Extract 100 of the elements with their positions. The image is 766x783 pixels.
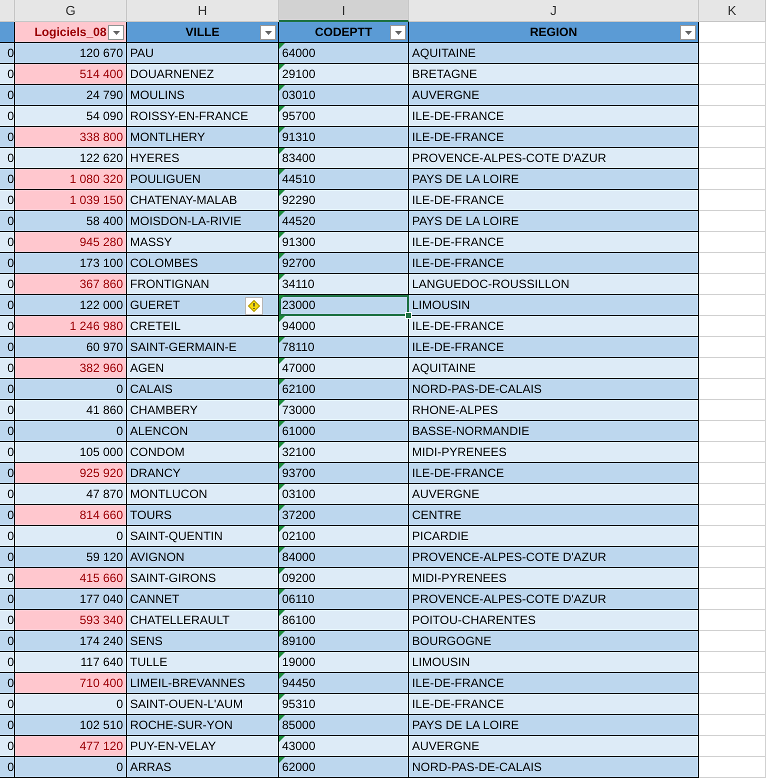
column-letter[interactable]: J	[409, 0, 699, 22]
table-cell[interactable]: 95310	[279, 694, 409, 715]
table-cell[interactable]: 91300	[279, 232, 409, 253]
table-cell: POULIGUEN	[127, 169, 279, 190]
table-cell: AUVERGNE	[409, 484, 699, 505]
table-cell[interactable]: 94450	[279, 673, 409, 694]
table-cell[interactable]: 92290	[279, 190, 409, 211]
table-cell: PAYS DE LA LOIRE	[409, 211, 699, 232]
header-label: VILLE	[185, 25, 220, 39]
table-cell: ILE-DE-FRANCE	[409, 316, 699, 337]
table-cell[interactable]: 93700	[279, 463, 409, 484]
table-cell: CHATENAY-MALAB	[127, 190, 279, 211]
column-letter[interactable]: K	[699, 0, 766, 22]
table-cell: SAINT-QUENTIN	[127, 526, 279, 547]
table-cell: 173 100	[15, 253, 127, 274]
table-cell: LIMEIL-BREVANNES	[127, 673, 279, 694]
table-cell: PROVENCE-ALPES-COTE D'AZUR	[409, 547, 699, 568]
table-cell[interactable]: 47000	[279, 358, 409, 379]
table-cell[interactable]: 91310	[279, 127, 409, 148]
table-cell: 514 400	[15, 64, 127, 85]
table-cell: 0	[0, 421, 15, 442]
table-cell: 54 090	[15, 106, 127, 127]
table-cell[interactable]: 02100	[279, 526, 409, 547]
table-cell[interactable]: 09200	[279, 568, 409, 589]
table-cell[interactable]: 44520	[279, 211, 409, 232]
table-cell[interactable]: 84000	[279, 547, 409, 568]
table-cell: 1 246 980	[15, 316, 127, 337]
table-cell: CRETEIL	[127, 316, 279, 337]
table-cell[interactable]: 64000	[279, 43, 409, 64]
table-cell: 122 000	[15, 295, 127, 316]
table-cell: ROISSY-EN-FRANCE	[127, 106, 279, 127]
table-cell: 0	[15, 526, 127, 547]
table-cell: 0	[0, 85, 15, 106]
column-letter[interactable]: G	[15, 0, 127, 22]
table-cell[interactable]: 86100	[279, 610, 409, 631]
table-cell: ILE-DE-FRANCE	[409, 253, 699, 274]
table-cell[interactable]: 95700	[279, 106, 409, 127]
header-label: CODEPTT	[314, 25, 372, 39]
table-cell: ALENCON	[127, 421, 279, 442]
table-cell[interactable]: 83400	[279, 148, 409, 169]
table-cell: 0	[0, 148, 15, 169]
table-cell: 0	[15, 757, 127, 778]
table-cell: AQUITAINE	[409, 358, 699, 379]
filter-button[interactable]	[390, 25, 406, 40]
table-cell[interactable]: 23000	[279, 295, 409, 316]
table-cell[interactable]: 62000	[279, 757, 409, 778]
table-cell[interactable]: 06110	[279, 589, 409, 610]
table-cell: 0	[0, 631, 15, 652]
table-cell: 0	[0, 358, 15, 379]
table-cell: BRETAGNE	[409, 64, 699, 85]
table-cell[interactable]: 03100	[279, 484, 409, 505]
table-cell: 382 960	[15, 358, 127, 379]
table-cell[interactable]: 32100	[279, 442, 409, 463]
table-cell: 710 400	[15, 673, 127, 694]
column-letter[interactable]: H	[127, 0, 279, 22]
filter-button[interactable]	[260, 25, 276, 40]
table-cell[interactable]: 29100	[279, 64, 409, 85]
table-cell[interactable]: 73000	[279, 400, 409, 421]
table-cell: MOULINS	[127, 85, 279, 106]
table-cell: 60 970	[15, 337, 127, 358]
caret-icon	[264, 30, 272, 34]
filter-button[interactable]	[108, 25, 124, 40]
table-cell[interactable]: 85000	[279, 715, 409, 736]
table-cell: LANGUEDOC-ROUSSILLON	[409, 274, 699, 295]
table-cell[interactable]: 62100	[279, 379, 409, 400]
table-cell: ILE-DE-FRANCE	[409, 673, 699, 694]
fill-handle[interactable]	[405, 312, 412, 319]
table-cell: 102 510	[15, 715, 127, 736]
table-cell: 0	[0, 211, 15, 232]
table-cell: MOISDON-LA-RIVIE	[127, 211, 279, 232]
table-cell[interactable]: 37200	[279, 505, 409, 526]
table-cell: CANNET	[127, 589, 279, 610]
warning-icon[interactable]	[245, 297, 263, 315]
table-cell[interactable]: 78110	[279, 337, 409, 358]
table-cell: 41 860	[15, 400, 127, 421]
table-cell: PAYS DE LA LOIRE	[409, 715, 699, 736]
table-cell[interactable]: 89100	[279, 631, 409, 652]
filter-button[interactable]	[680, 25, 696, 40]
table-cell: BOURGOGNE	[409, 631, 699, 652]
table-cell: AUVERGNE	[409, 736, 699, 757]
table-cell[interactable]: 61000	[279, 421, 409, 442]
table-cell[interactable]: 19000	[279, 652, 409, 673]
table-cell: BASSE-NORMANDIE	[409, 421, 699, 442]
table-cell: 0	[0, 442, 15, 463]
table-cell: 0	[0, 484, 15, 505]
table-cell[interactable]: 44510	[279, 169, 409, 190]
table-cell[interactable]: 03010	[279, 85, 409, 106]
table-cell[interactable]: 43000	[279, 736, 409, 757]
table-cell: 120 670	[15, 43, 127, 64]
table-cell: 0	[0, 589, 15, 610]
table-cell[interactable]: 94000	[279, 316, 409, 337]
table-cell: NORD-PAS-DE-CALAIS	[409, 379, 699, 400]
table-cell: 0	[0, 505, 15, 526]
table-cell[interactable]: 92700	[279, 253, 409, 274]
column-letter[interactable]: I	[279, 0, 409, 22]
table-cell: ILE-DE-FRANCE	[409, 127, 699, 148]
table-cell[interactable]: 34110	[279, 274, 409, 295]
table-cell: 367 860	[15, 274, 127, 295]
table-cell: COLOMBES	[127, 253, 279, 274]
table-cell: PAYS DE LA LOIRE	[409, 169, 699, 190]
